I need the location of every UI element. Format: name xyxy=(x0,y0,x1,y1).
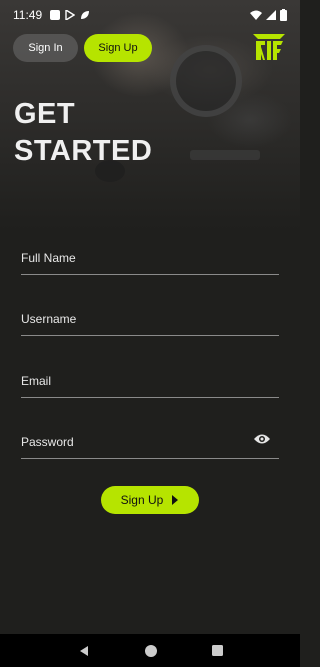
signal-icon xyxy=(266,10,276,20)
leaf-icon xyxy=(81,11,90,19)
recents-icon[interactable] xyxy=(211,645,223,656)
back-icon[interactable] xyxy=(78,645,90,657)
rtf-logo-icon xyxy=(253,34,285,60)
status-right xyxy=(250,9,287,21)
battery-icon xyxy=(280,9,287,21)
title-line-1: GET xyxy=(14,98,76,130)
full-name-input[interactable] xyxy=(21,248,251,268)
sign-up-button-label: Sign Up xyxy=(120,493,164,507)
email-input[interactable] xyxy=(21,371,251,391)
home-icon[interactable] xyxy=(144,644,157,657)
password-input[interactable] xyxy=(21,432,251,452)
title-line-2: STARTED xyxy=(14,135,153,167)
play-store-icon xyxy=(65,10,76,20)
arrow-right-icon xyxy=(172,495,179,505)
eye-icon[interactable] xyxy=(253,432,271,446)
gym-plate-shape xyxy=(170,45,242,117)
email-field xyxy=(21,371,279,398)
wifi-icon xyxy=(250,10,262,20)
square-icon xyxy=(50,10,61,20)
full-name-field xyxy=(21,248,279,275)
username-input[interactable] xyxy=(21,309,251,329)
sign-in-tab-button[interactable]: Sign In xyxy=(13,34,78,62)
sign-up-button[interactable]: Sign Up xyxy=(101,486,199,514)
gym-rack-shape xyxy=(190,150,260,160)
password-field xyxy=(21,432,279,459)
system-nav-bar xyxy=(0,634,300,667)
page-title: GET STARTED xyxy=(14,96,152,170)
status-time: 11:49 xyxy=(13,8,43,22)
username-field xyxy=(21,309,279,336)
sign-up-tab-button[interactable]: Sign Up xyxy=(84,34,152,62)
status-bar: 11:49 xyxy=(0,0,300,30)
